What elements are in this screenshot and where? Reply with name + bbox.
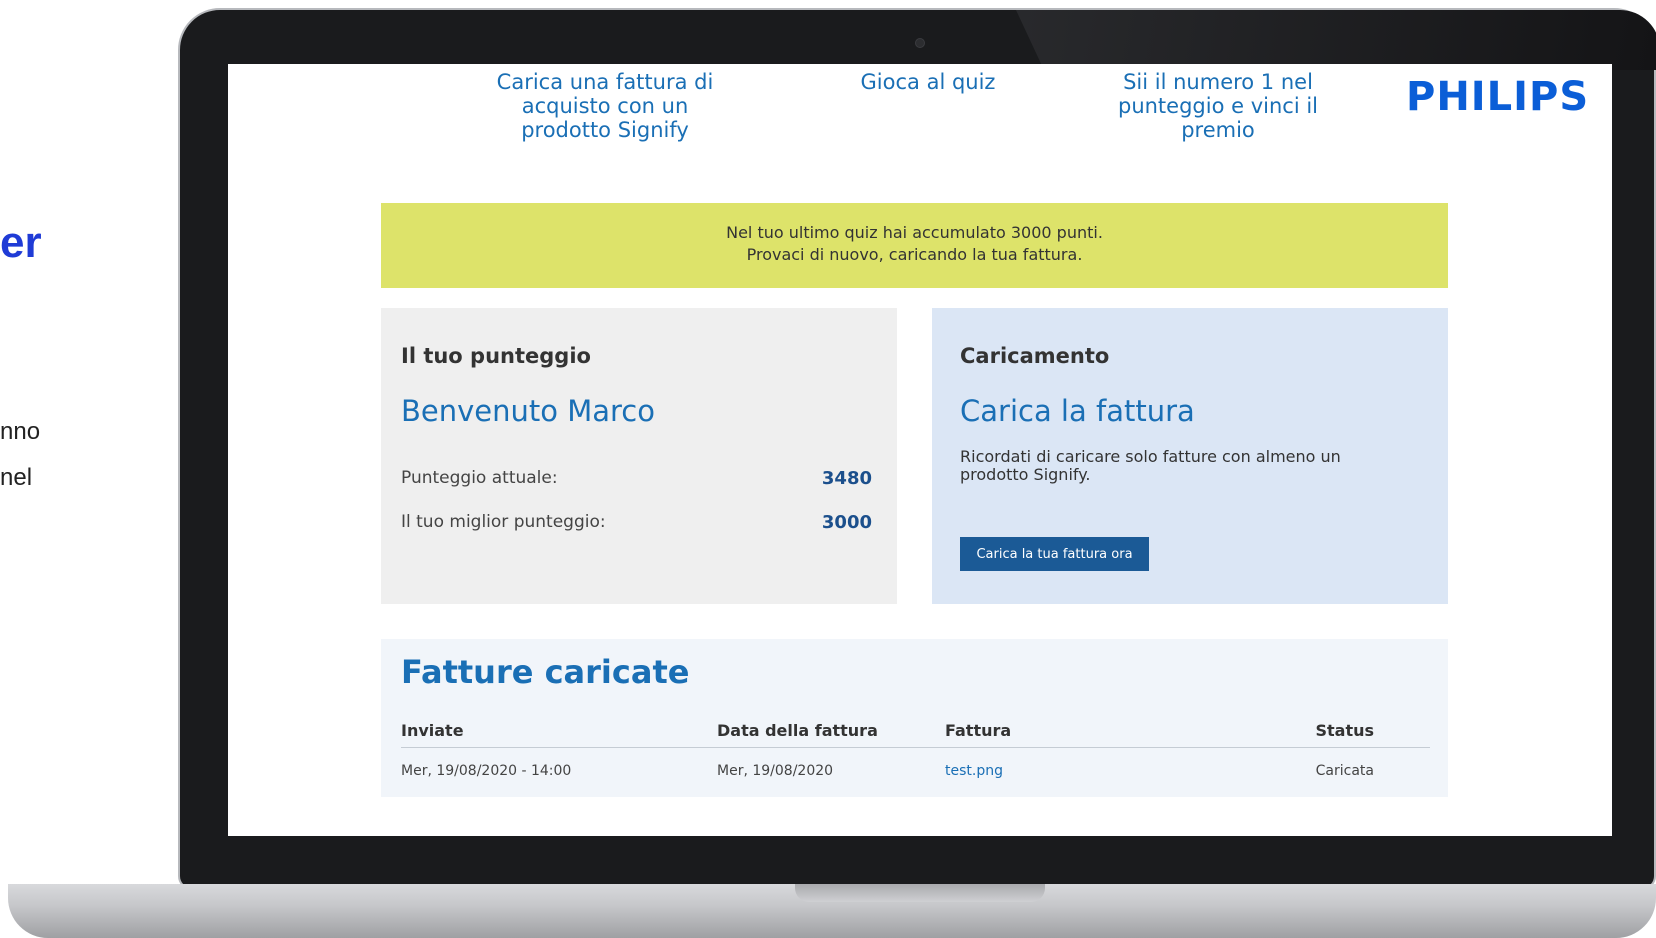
invoice-file-link[interactable]: test.png [945,763,1003,779]
nav-win-prize[interactable]: Sii il numero 1 nel punteggio e vinci il… [1108,70,1328,142]
info-banner: Nel tuo ultimo quiz hai accumulato 3000 … [381,203,1448,288]
slide-stage: er nno nel Carica una fattura di acquist… [0,0,1656,938]
invoices-title: Fatture caricate [401,653,690,691]
upload-invoice-button[interactable]: Carica la tua fattura ora [960,537,1149,571]
upload-title: Carica la fattura [960,394,1195,428]
top-navigation: Carica una fattura di acquisto con un pr… [228,70,1612,150]
current-score-value: 3480 [821,468,872,489]
welcome-text: Benvenuto Marco [401,394,655,428]
score-heading: Il tuo punteggio [401,344,591,368]
upload-description: Ricordati di caricare solo fatture con a… [960,447,1341,484]
best-score-label: Il tuo miglior punteggio: [401,512,606,532]
nav-upload-invoice[interactable]: Carica una fattura di acquisto con un pr… [490,70,720,142]
cell-sent: Mer, 19/08/2020 - 14:00 [401,763,572,779]
column-header-status[interactable]: Status [1315,721,1374,740]
nav-play-quiz[interactable]: Gioca al quiz [828,70,1028,94]
score-card: Il tuo punteggio Benvenuto Marco Puntegg… [381,308,897,604]
banner-line-1: Nel tuo ultimo quiz hai accumulato 3000 … [726,223,1103,242]
cell-invoice-date: Mer, 19/08/2020 [717,763,834,779]
table-divider [401,747,1430,748]
upload-card: Caricamento Carica la fattura Ricordati … [932,308,1448,604]
slide-title-fragment: er [0,218,42,267]
banner-line-2: Provaci di nuovo, caricando la tua fattu… [746,245,1083,264]
column-header-invoice-date[interactable]: Data della fattura [717,721,878,740]
camera-icon [915,38,925,48]
invoices-section: Fatture caricate Inviate Data della fatt… [381,639,1448,797]
laptop-screen: Carica una fattura di acquisto con un pr… [228,64,1612,836]
slide-text-fragment: nel [0,464,33,491]
laptop-base-notch [795,884,1045,902]
laptop-bezel [182,836,1652,884]
upload-heading: Caricamento [960,344,1110,368]
cell-status: Caricata [1315,763,1374,779]
best-score-value: 3000 [821,512,872,533]
column-header-invoice[interactable]: Fattura [945,721,1011,740]
column-header-sent[interactable]: Inviate [401,721,464,740]
lid-reflection [1016,10,1656,70]
current-score-label: Punteggio attuale: [401,468,558,488]
philips-logo[interactable]: PHILIPS [1406,74,1589,120]
slide-text-fragment: nno [0,418,41,445]
